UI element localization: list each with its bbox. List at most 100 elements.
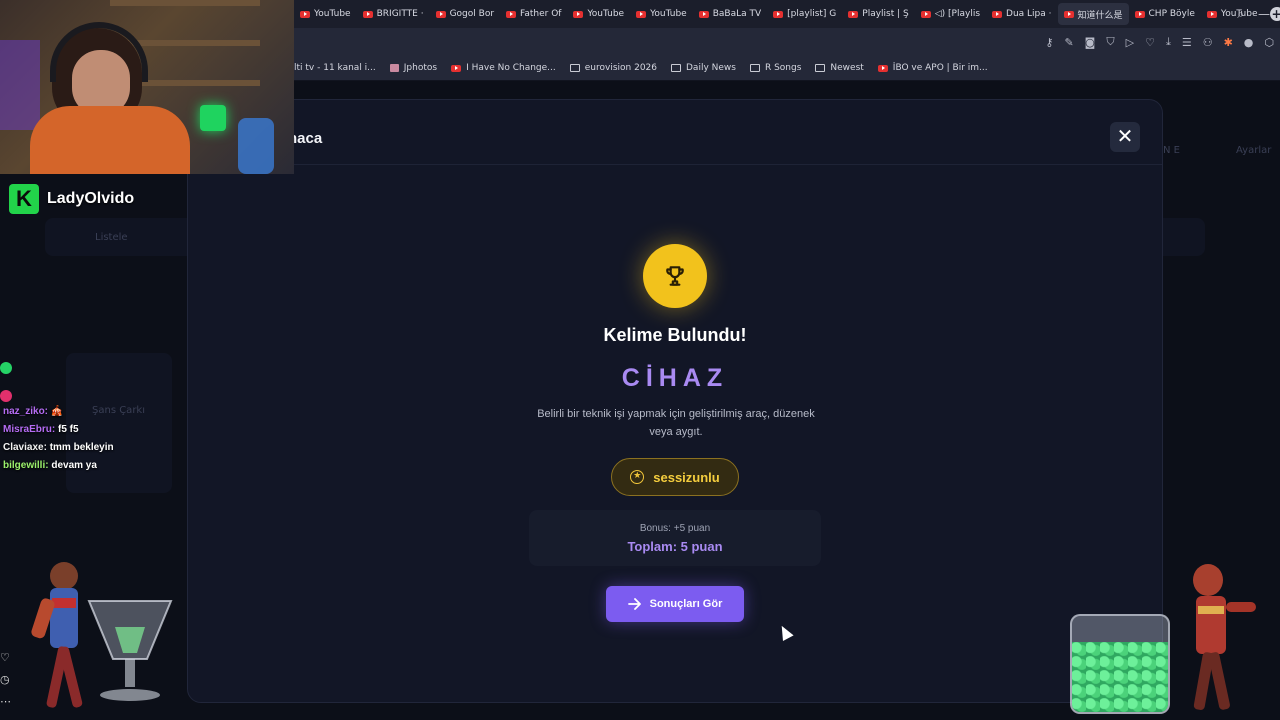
background-badge: N E [1163, 145, 1180, 156]
bookmark-folder[interactable]: Newest [815, 63, 864, 73]
tab[interactable]: CHP Böyle [1129, 3, 1201, 25]
folder-icon [569, 64, 580, 72]
youtube-icon [435, 10, 446, 18]
bookmark-list: lti tv - 11 kanal i... Jphotos I Have No… [294, 56, 988, 80]
chat-message: naz_ziko: 🎪 [3, 406, 64, 417]
found-word: CİHAZ [621, 364, 729, 392]
youtube-icon [773, 10, 784, 18]
menu-icon[interactable]: ☰ [1182, 36, 1192, 49]
star-icon: ★ [630, 470, 645, 484]
youtube-icon [698, 10, 709, 18]
shield-icon[interactable]: ⛉ [1106, 35, 1114, 49]
bookmark-item[interactable]: I Have No Change... [451, 63, 556, 73]
toolbar-icons: ⚷ ✎ ◙ ⛉ ▷ ♡ ⤓ ☰ ⚇ ✱ ● ⬡ [1045, 28, 1274, 56]
heart-icon: ♡ [0, 651, 10, 664]
tab[interactable]: YouTube [567, 3, 630, 25]
youtube-icon [636, 10, 647, 18]
youtube-icon [506, 10, 517, 18]
youtube-icon [1134, 10, 1145, 18]
modal-header: naca ✕ [188, 100, 1162, 165]
kick-lamp [200, 105, 226, 131]
finder-username: sessizunlu [653, 469, 720, 485]
word-definition: Belirli bir teknik işi yapmak için geliş… [537, 408, 815, 438]
camera-icon[interactable]: ◙ [1085, 36, 1096, 49]
tab[interactable]: Father Of [500, 3, 567, 25]
youtube-icon [573, 10, 584, 18]
total-points: Toplam: 5 puan [627, 539, 723, 554]
background-settings-label: Ayarlar [1236, 145, 1272, 156]
see-results-button[interactable]: Sonuçları Gör [606, 586, 744, 622]
tab-tools: ⌕ — [1237, 0, 1270, 28]
chat-message: Claviaxe: tmm bekleyin [3, 442, 114, 453]
streamer-hoodie [30, 106, 190, 174]
channel-name: LadyOlvido [47, 190, 135, 207]
word-found-heading: Kelime Bulundu! [603, 325, 747, 345]
youtube-icon [992, 10, 1003, 18]
download-icon[interactable]: ⤓ [1166, 35, 1171, 49]
youtube-icon [877, 64, 888, 72]
account-icon[interactable]: ⚇ [1203, 36, 1213, 49]
play-icon[interactable]: ▷ [1126, 36, 1134, 49]
bookshelf [110, 0, 260, 6]
trophy-icon [643, 244, 707, 308]
webcam-light [0, 40, 40, 130]
tab[interactable]: YouTube [630, 3, 693, 25]
tab[interactable]: BRIGITTE · [357, 3, 430, 25]
chat-message: bilgewilli: devam ya [3, 460, 97, 471]
background-nav-item: Listele [95, 232, 128, 243]
tab[interactable]: BaBaLa TV [693, 3, 767, 25]
youtube-icon [920, 10, 931, 18]
score-summary: Bonus: +5 puan Toplam: 5 puan [529, 510, 821, 566]
finder-user-badge: ★ sessizunlu [611, 458, 739, 496]
tab-active[interactable]: 知道什么是 [1057, 3, 1129, 25]
bookmark-folder[interactable]: eurovision 2026 [569, 63, 657, 73]
channel-badge: K LadyOlvido [9, 184, 134, 214]
see-results-label: Sonuçları Gör [649, 598, 723, 610]
bonus-points: Bonus: +5 puan [639, 523, 711, 534]
chat-overlay: naz_ziko: 🎪 MisraEbru: f5 f5 Claviaxe: t… [3, 403, 183, 475]
youtube-icon [451, 64, 462, 72]
youtube-icon [1206, 10, 1217, 18]
whatsapp-icon [0, 362, 12, 374]
youtube-icon [1063, 10, 1074, 18]
word-found-modal: naca ✕ Kelime Bulundu! CİHAZ Belirli bir… [187, 99, 1163, 703]
key-icon[interactable]: ⚷ [1045, 36, 1053, 49]
kick-logo: K [9, 184, 39, 214]
webcam-overlay [0, 0, 294, 174]
heart-icon[interactable]: ♡ [1145, 36, 1155, 49]
image-icon [389, 64, 399, 72]
bookmark-item[interactable]: Jphotos [389, 63, 437, 73]
tab[interactable]: Gogol Bor [430, 3, 500, 25]
edit-icon[interactable]: ✎ [1064, 36, 1073, 49]
bookmark-item[interactable]: İBO ve APO | Bir im... [877, 63, 988, 73]
clock-icon: ◷ [0, 673, 10, 686]
extension-icon[interactable]: ✱ [1224, 36, 1233, 49]
chat-message: MisraEbru: f5 f5 [3, 424, 79, 435]
youtube-icon [848, 10, 859, 18]
tab[interactable]: Playlist | Ş [842, 3, 914, 25]
minimize-icon[interactable]: — [1258, 7, 1270, 21]
extension-icon[interactable]: ⬡ [1264, 36, 1274, 49]
tab[interactable]: Dua Lipa · [986, 3, 1057, 25]
youtube-icon [362, 10, 373, 18]
microphone [238, 118, 274, 174]
extension-icon[interactable]: ● [1244, 36, 1254, 49]
tab[interactable]: ◁) [Playlis [915, 3, 986, 25]
tab[interactable]: YouTube [294, 3, 357, 25]
plus-icon: + [1269, 7, 1280, 21]
bookmark-folder[interactable]: R Songs [749, 63, 801, 73]
headset [50, 22, 148, 82]
tab[interactable]: [playlist] G [767, 3, 842, 25]
youtube-icon [300, 10, 310, 18]
goblet-icon [87, 600, 173, 701]
more-icon: ⋯ [0, 695, 11, 708]
hacivat-puppet-icon [1193, 564, 1256, 710]
search-icon[interactable]: ⌕ [1237, 7, 1244, 22]
instagram-icon [0, 390, 12, 402]
folder-icon [671, 64, 681, 72]
jar-icon [1070, 614, 1170, 714]
close-button[interactable]: ✕ [1110, 122, 1140, 152]
bookmark-item[interactable]: lti tv - 11 kanal i... [294, 63, 376, 73]
bookmark-folder[interactable]: Daily News [671, 63, 736, 73]
folder-icon [749, 64, 760, 72]
